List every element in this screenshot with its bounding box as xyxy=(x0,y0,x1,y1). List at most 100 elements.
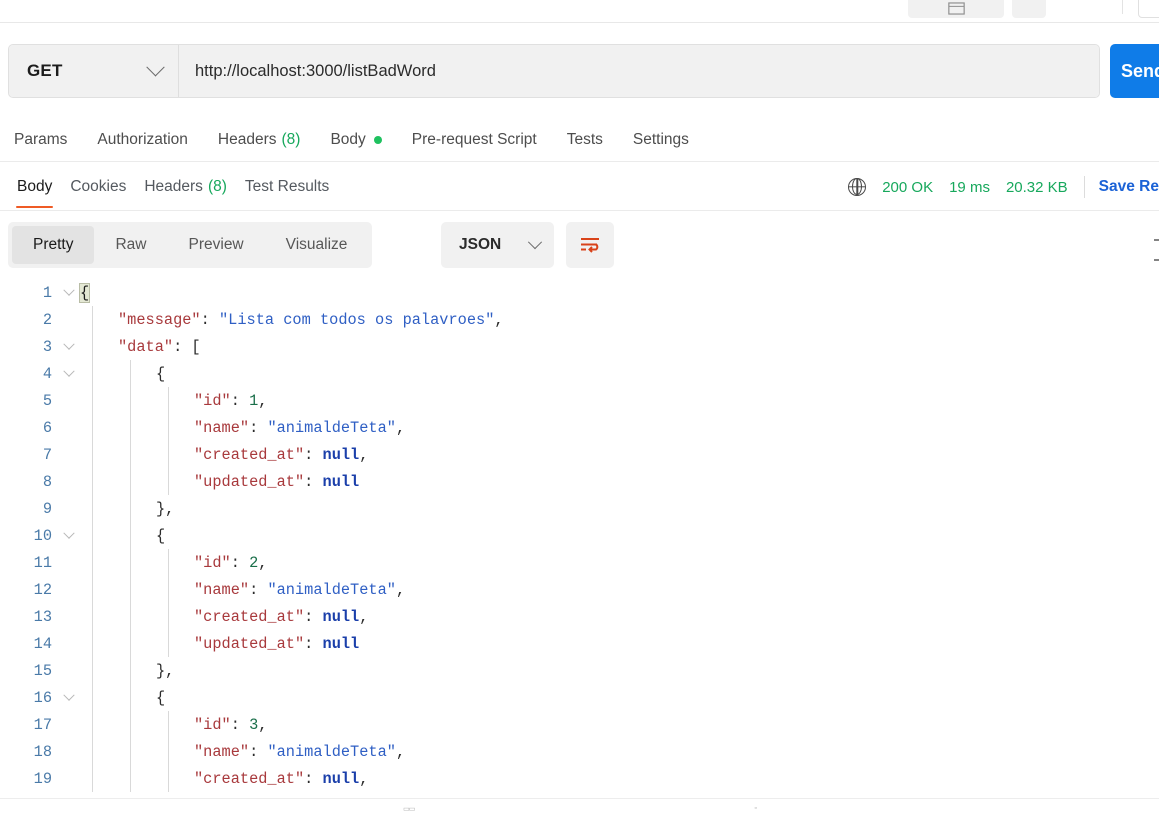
request-tab-label: Params xyxy=(14,130,68,148)
request-tab-body[interactable]: Body xyxy=(330,130,382,149)
code-token: "name" xyxy=(194,580,250,599)
code-line: 15}, xyxy=(0,657,1159,684)
code-line: 2 "message": "Lista com todos os palavroe… xyxy=(0,306,1159,333)
code-line: 18 "name": "animaldeTeta", xyxy=(0,738,1159,765)
code-token: "animaldeTeta" xyxy=(267,418,396,437)
code-token: "name" xyxy=(194,742,250,761)
code-token: null xyxy=(322,445,360,464)
code-token: "animaldeTeta" xyxy=(267,742,396,761)
code-token: : xyxy=(304,607,323,626)
indent-guide xyxy=(168,630,169,657)
code-token: null xyxy=(322,607,360,626)
indent-guide xyxy=(168,738,169,765)
status-bar: ▭▭ ▫ xyxy=(0,798,1159,818)
code-text: "name": "animaldeTeta", xyxy=(80,581,405,599)
url-input[interactable] xyxy=(179,45,1099,97)
secondary-action-button[interactable] xyxy=(1012,0,1046,18)
indent-guide xyxy=(168,468,169,495)
copy-button[interactable] xyxy=(1147,238,1159,262)
body-modified-dot-icon xyxy=(373,135,382,144)
code-token: 1 xyxy=(249,391,259,410)
indent-guide xyxy=(130,360,131,387)
fold-toggle-icon[interactable] xyxy=(58,338,80,351)
code-token: "created_at" xyxy=(194,769,305,788)
response-tab-test-results[interactable]: Test Results xyxy=(236,163,338,211)
code-token: , xyxy=(258,715,268,734)
avatar-action-button[interactable] xyxy=(1138,0,1159,18)
line-number: 11 xyxy=(33,553,52,572)
code-line: 14 "updated_at": null xyxy=(0,630,1159,657)
indent-guide xyxy=(92,765,93,792)
request-tab-label: Body xyxy=(330,130,366,148)
panel-icon xyxy=(947,2,965,15)
indent-guide xyxy=(92,495,93,522)
response-tab-count: (8) xyxy=(207,178,227,195)
view-mode-visualize[interactable]: Visualize xyxy=(265,226,369,264)
line-number: 9 xyxy=(42,499,52,518)
indent-guide xyxy=(168,549,169,576)
code-line: 1{ xyxy=(0,279,1159,306)
request-tab-label: Pre-request Script xyxy=(411,130,537,148)
code-token: }, xyxy=(156,499,175,518)
code-token: "id" xyxy=(194,553,231,572)
fold-toggle-icon[interactable] xyxy=(58,689,80,702)
response-tab-list: Body Cookies Headers (8) Test Results xyxy=(8,163,338,211)
request-tab-params[interactable]: Params xyxy=(14,131,67,149)
chevron-down-icon xyxy=(63,338,75,350)
request-tab-headers[interactable]: Headers (8) xyxy=(218,131,301,149)
code-token: "updated_at" xyxy=(194,634,305,653)
code-token: "created_at" xyxy=(194,445,305,464)
code-line: 19 "created_at": null, xyxy=(0,765,1159,792)
chevron-down-icon xyxy=(63,689,75,701)
indent-guide xyxy=(130,603,131,630)
code-line: 11 "id": 2, xyxy=(0,549,1159,576)
chevron-down-icon xyxy=(63,527,75,539)
view-mode-pretty[interactable]: Pretty xyxy=(12,226,95,264)
indent-guide xyxy=(130,387,131,414)
code-token: "animaldeTeta" xyxy=(267,580,396,599)
language-select[interactable]: JSON xyxy=(441,222,554,268)
code-text: "message": "Lista com todos os palavroes… xyxy=(80,311,504,329)
fold-toggle-icon[interactable] xyxy=(58,527,80,540)
code-token: "id" xyxy=(194,391,231,410)
indent-guide xyxy=(130,657,131,684)
fold-toggle-icon[interactable] xyxy=(58,365,80,378)
indent-guide xyxy=(168,441,169,468)
code-token: "data" xyxy=(118,337,174,356)
status-bar-right-glyph: ▫ xyxy=(754,805,757,812)
send-button[interactable]: Send xyxy=(1110,44,1159,98)
response-tab-body[interactable]: Body xyxy=(8,163,61,211)
code-line: 10 { xyxy=(0,522,1159,549)
indent-guide xyxy=(130,468,131,495)
http-method-select[interactable]: GET xyxy=(9,45,179,97)
fold-toggle-icon[interactable] xyxy=(58,284,80,297)
response-tab-cookies[interactable]: Cookies xyxy=(61,163,135,211)
panel-toggle-button[interactable] xyxy=(908,0,1004,18)
request-tab-tests[interactable]: Tests xyxy=(567,131,603,149)
request-tab-authorization[interactable]: Authorization xyxy=(97,131,187,149)
view-mode-raw[interactable]: Raw xyxy=(94,226,167,264)
code-text: "id": 3, xyxy=(80,716,267,734)
code-line: 9}, xyxy=(0,495,1159,522)
code-token: , xyxy=(258,391,268,410)
copy-icon xyxy=(1154,239,1159,261)
line-number: 15 xyxy=(33,661,52,680)
line-number: 6 xyxy=(42,418,52,437)
response-tab-label: Test Results xyxy=(244,178,330,195)
request-tab-label: Tests xyxy=(566,130,603,148)
indent-guide xyxy=(130,630,131,657)
code-text: "name": "animaldeTeta", xyxy=(80,743,405,761)
request-tab-pre-request-script[interactable]: Pre-request Script xyxy=(412,131,537,149)
line-number: 17 xyxy=(33,715,52,734)
indent-guide xyxy=(168,603,169,630)
indent-guide xyxy=(92,441,93,468)
response-body-code[interactable]: 1{2 "message": "Lista com todos os palavr… xyxy=(0,279,1159,798)
indent-guide xyxy=(168,711,169,738)
indent-guide xyxy=(130,711,131,738)
request-tab-settings[interactable]: Settings xyxy=(633,131,689,149)
save-response-button[interactable]: Save Re xyxy=(1099,178,1159,196)
response-tab-headers[interactable]: Headers (8) xyxy=(135,163,236,211)
word-wrap-button[interactable] xyxy=(566,222,614,268)
indent-guide xyxy=(92,657,93,684)
view-mode-preview[interactable]: Preview xyxy=(168,226,265,264)
